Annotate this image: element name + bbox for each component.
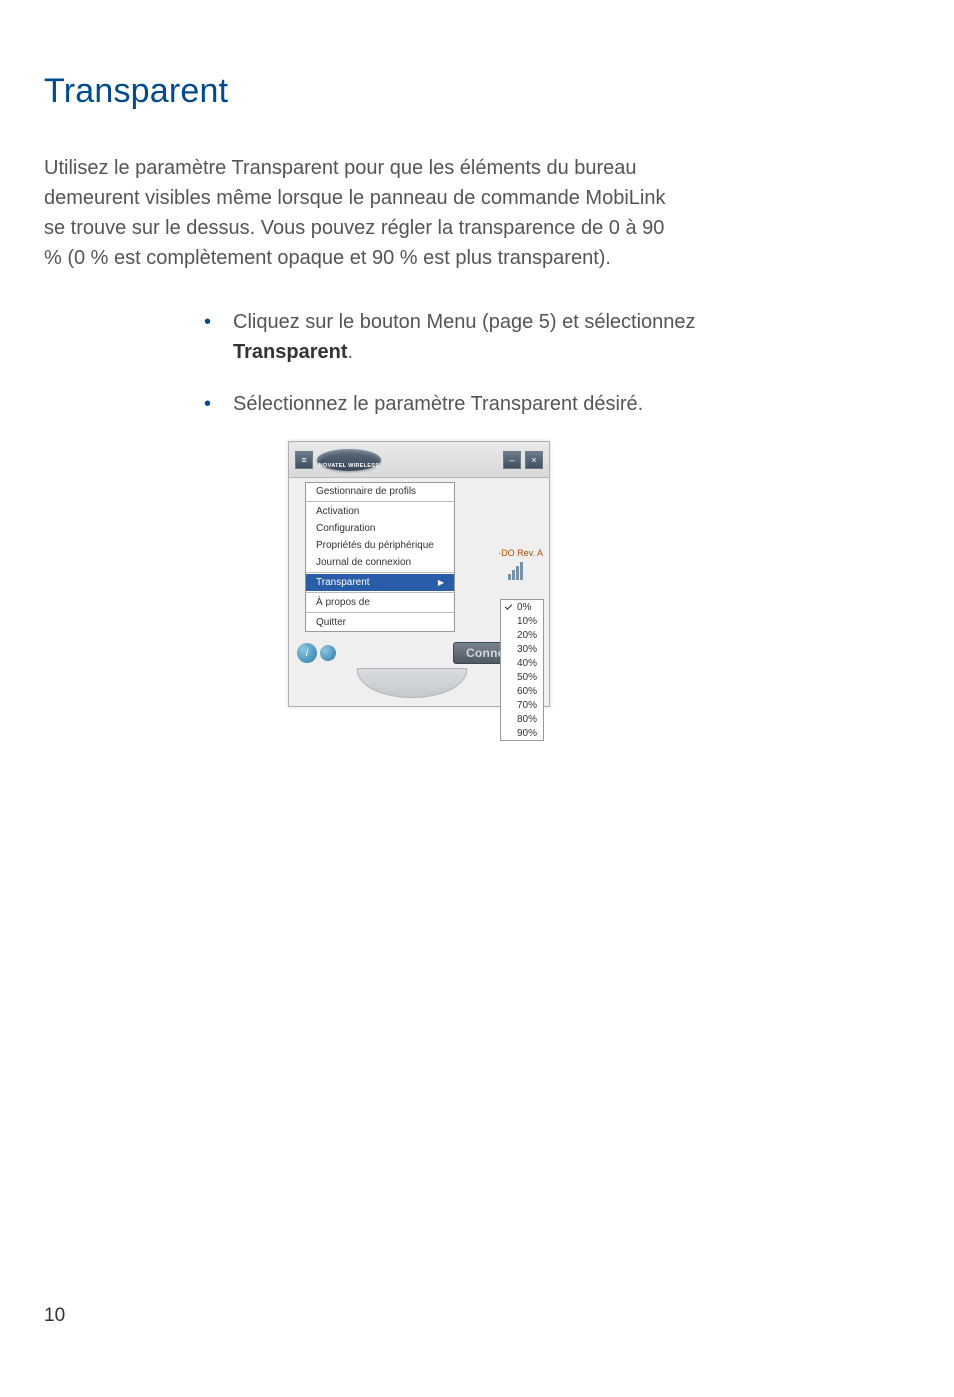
bullet-1-bold: Transparent: [233, 341, 347, 363]
app-titlebar: ≡ NOVATEL WIRELESS – ×: [289, 442, 549, 478]
submenu-item-0[interactable]: 0%: [501, 600, 543, 614]
submenu-item-30[interactable]: 30%: [501, 642, 543, 656]
app-screenshot: ≡ NOVATEL WIRELESS – × Gestionnaire de p…: [288, 441, 550, 707]
context-menu: Gestionnaire de profils Activation Confi…: [305, 482, 455, 632]
menu-item-transparent-label: Transparent: [316, 577, 370, 588]
bullet-1-pre: Cliquez sur le bouton Menu (page 5) et s…: [233, 311, 696, 333]
menu-item-about[interactable]: À propos de: [306, 594, 454, 611]
bullet-1-text: Cliquez sur le bouton Menu (page 5) et s…: [233, 307, 724, 367]
info-icon[interactable]: i: [297, 643, 317, 663]
submenu-item-40[interactable]: 40%: [501, 656, 543, 670]
status-dot-icon: [320, 645, 336, 661]
menu-item-configuration[interactable]: Configuration: [306, 520, 454, 537]
submenu-arrow-icon: ▶: [438, 578, 444, 587]
menu-item-transparent[interactable]: Transparent ▶: [306, 574, 454, 591]
brand-logo: NOVATEL WIRELESS: [317, 449, 381, 471]
close-icon[interactable]: ×: [525, 451, 543, 469]
submenu-item-60[interactable]: 60%: [501, 684, 543, 698]
page-heading: Transparent: [44, 72, 894, 111]
submenu-item-50[interactable]: 50%: [501, 670, 543, 684]
submenu-item-10[interactable]: 10%: [501, 614, 543, 628]
minimize-icon[interactable]: –: [503, 451, 521, 469]
bullet-1-post: .: [348, 341, 354, 363]
menu-item-quit[interactable]: Quitter: [306, 614, 454, 631]
menu-icon[interactable]: ≡: [295, 451, 313, 469]
submenu-item-80[interactable]: 80%: [501, 712, 543, 726]
network-rev-label: ·DO Rev. A: [498, 548, 543, 558]
page-number: 10: [44, 1305, 65, 1327]
transparent-submenu: 0% 10% 20% 30% 40% 50% 60% 70% 80% 90%: [500, 599, 544, 741]
bullet-item-2: • Sélectionnez le paramètre Transparent …: [204, 389, 724, 419]
menu-item-profiles[interactable]: Gestionnaire de profils: [306, 483, 454, 500]
bullet-item-1: • Cliquez sur le bouton Menu (page 5) et…: [204, 307, 724, 367]
status-panel: ·DO Rev. A: [498, 548, 543, 588]
bullet-dot-icon: •: [204, 307, 211, 367]
bullet-2-text: Sélectionnez le paramètre Transparent dé…: [233, 389, 643, 419]
menu-item-properties[interactable]: Propriétés du périphérique: [306, 537, 454, 554]
intro-paragraph: Utilisez le paramètre Transparent pour q…: [44, 153, 684, 273]
menu-item-activation[interactable]: Activation: [306, 503, 454, 520]
submenu-item-90[interactable]: 90%: [501, 726, 543, 740]
bullet-dot-icon: •: [204, 389, 211, 419]
signal-bars-icon: [508, 560, 543, 580]
menu-item-journal[interactable]: Journal de connexion: [306, 554, 454, 571]
submenu-item-70[interactable]: 70%: [501, 698, 543, 712]
submenu-item-20[interactable]: 20%: [501, 628, 543, 642]
slider-track[interactable]: [357, 668, 467, 698]
